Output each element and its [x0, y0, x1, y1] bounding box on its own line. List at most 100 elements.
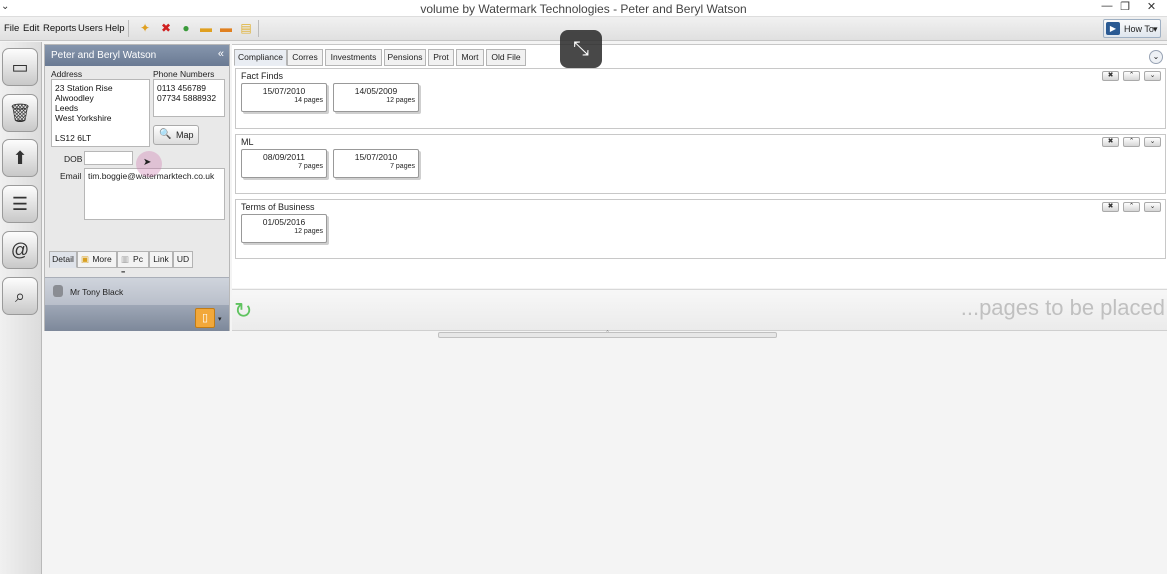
people-icon[interactable]: ●	[179, 21, 193, 35]
move-up-icon[interactable]: ⌃	[1123, 202, 1140, 212]
pages-to-be-placed-label: ...pages to be placed	[960, 295, 1165, 320]
document-pages: 12 pages	[294, 228, 323, 235]
toolbar-separator	[128, 20, 129, 37]
group-fact-finds: Fact Finds ✖ ⌃ ⌄ 15/07/2010 14 pages 14/…	[235, 68, 1166, 129]
close-group-icon[interactable]: ✖	[1102, 202, 1119, 212]
chevron-down-icon: ▾	[1153, 24, 1158, 34]
tab-corres[interactable]: Corres	[287, 49, 323, 66]
search-icon[interactable]: ⌕	[2, 277, 38, 315]
client-header: Peter and Beryl Watson «	[45, 45, 229, 66]
splitter-handle[interactable]: ˆ	[438, 331, 777, 338]
menu-users[interactable]: Users	[78, 23, 103, 34]
minimize-button[interactable]: —	[1098, 0, 1116, 17]
email-field[interactable]: tim.boggie@watermarktech.co.uk	[84, 168, 225, 220]
document-pages: 7 pages	[298, 163, 323, 170]
client-panel: Peter and Beryl Watson « Address Phone N…	[44, 44, 230, 331]
client-icon[interactable]: ▭	[2, 48, 38, 86]
client-name: Peter and Beryl Watson	[51, 50, 157, 61]
phone-label: Phone Numbers	[153, 69, 215, 79]
menu-file[interactable]: File	[4, 23, 19, 34]
tab-pensions[interactable]: Pensions	[384, 49, 426, 66]
exit-fullscreen-icon[interactable]: ⤡	[560, 30, 602, 68]
new-client-icon[interactable]: ✦	[138, 21, 152, 35]
mouse-cursor-icon: ➤	[143, 157, 152, 168]
address-line	[55, 123, 146, 133]
move-up-icon[interactable]: ⌃	[1123, 71, 1140, 81]
tab-link[interactable]: Link	[149, 251, 173, 268]
menu-help[interactable]: Help	[105, 23, 125, 34]
how-to-label: How To	[1124, 24, 1154, 34]
tab-compliance[interactable]: Compliance	[234, 49, 287, 66]
tab-detail[interactable]: Detail	[49, 251, 77, 268]
left-navigation-strip: ▭ 🗑 ⬆ ☰ @ ⌕	[0, 42, 42, 574]
dob-field[interactable]	[84, 151, 133, 165]
address-line: 23 Station Rise	[55, 83, 113, 93]
move-down-icon[interactable]: ⌄	[1144, 137, 1161, 147]
notes-icon[interactable]: ▤	[239, 21, 253, 35]
document-thumbnail[interactable]: 01/05/2016 12 pages	[241, 214, 327, 243]
address-line: Alwoodley	[55, 93, 94, 103]
group-terms-of-business: Terms of Business ✖ ⌃ ⌄ 01/05/2016 12 pa…	[235, 199, 1166, 259]
folder-remove-icon[interactable]: ▬	[219, 21, 233, 35]
address-line: Leeds	[55, 103, 79, 113]
document-date: 01/05/2016	[262, 217, 306, 227]
document-pages: 12 pages	[386, 97, 415, 104]
document-thumbnail[interactable]: 15/07/2010 7 pages	[333, 149, 419, 178]
address-box[interactable]: 23 Station Rise Alwoodley Leeds West Yor…	[51, 79, 150, 147]
phone-number: 07734 5888932	[157, 93, 217, 103]
tab-ud[interactable]: UD	[173, 251, 193, 268]
address-line: West Yorkshire	[55, 113, 112, 123]
tab-old-file[interactable]: Old File	[486, 49, 526, 66]
list-icon[interactable]: ☰	[2, 185, 38, 223]
tab-investments[interactable]: Investments	[325, 49, 382, 66]
folder-icon[interactable]: ▬	[199, 21, 213, 35]
document-thumbnail[interactable]: 15/07/2010 14 pages	[241, 83, 327, 112]
document-date: 14/05/2009	[354, 86, 398, 96]
chart-icon: ▥	[121, 254, 130, 264]
new-document-icon[interactable]: ▯	[195, 308, 215, 328]
tab-prot[interactable]: Prot	[428, 49, 454, 66]
document-thumbnail[interactable]: 08/09/2011 7 pages	[241, 149, 327, 178]
address-postcode: LS12 6LT	[55, 133, 92, 143]
email-icon[interactable]: @	[2, 231, 38, 269]
associated-contacts: Mr Tony Black	[45, 277, 229, 305]
collapse-all-icon[interactable]: ⌄	[1149, 50, 1163, 64]
tab-more[interactable]: ▣ More	[77, 251, 117, 268]
restore-button[interactable]: ❐	[1116, 0, 1134, 17]
tab-pc[interactable]: ▥ Pc	[117, 251, 149, 268]
menu-reports[interactable]: Reports	[43, 23, 76, 34]
collapse-icon[interactable]: «	[218, 48, 224, 60]
menu-edit[interactable]: Edit	[23, 23, 39, 34]
associate-name[interactable]: Mr Tony Black	[70, 287, 123, 297]
group-title: Fact Finds	[241, 71, 284, 81]
how-to-button[interactable]: ▶ How To ▾	[1103, 19, 1161, 38]
document-date: 15/07/2010	[262, 86, 306, 96]
note-icon: ▣	[81, 254, 90, 264]
tab-mort[interactable]: Mort	[456, 49, 484, 66]
close-group-icon[interactable]: ✖	[1102, 137, 1119, 147]
move-down-icon[interactable]: ⌄	[1144, 202, 1161, 212]
play-icon: ▶	[1106, 22, 1120, 35]
magnifier-icon: 🔍	[159, 129, 172, 140]
empty-workspace	[43, 340, 1167, 574]
delete-icon[interactable]: ✖	[159, 21, 173, 35]
document-date: 08/09/2011	[263, 152, 305, 162]
pages-to-be-placed-bar: ↻ ...pages to be placed	[232, 289, 1167, 331]
window-title: volume by Watermark Technologies - Peter…	[420, 2, 747, 16]
upload-arrow-icon[interactable]: ⬆	[2, 139, 38, 177]
move-down-icon[interactable]: ⌄	[1144, 71, 1161, 81]
phone-box[interactable]: 0113 456789 07734 5888932	[153, 79, 225, 117]
refresh-icon[interactable]: ↻	[234, 298, 252, 324]
move-up-icon[interactable]: ⌃	[1123, 137, 1140, 147]
email-label: Email	[60, 171, 82, 181]
group-title: Terms of Business	[241, 202, 315, 212]
person-icon	[53, 285, 63, 297]
chevron-down-icon[interactable]: ▾	[218, 315, 222, 323]
title-bar: ⌄ volume by Watermark Technologies - Pet…	[0, 0, 1167, 17]
dob-label: DOB	[64, 154, 83, 164]
map-button[interactable]: 🔍 Map	[153, 125, 199, 145]
close-button[interactable]: ✕	[1136, 0, 1167, 17]
document-thumbnail[interactable]: 14/05/2009 12 pages	[333, 83, 419, 112]
bin-icon[interactable]: 🗑	[2, 94, 38, 132]
close-group-icon[interactable]: ✖	[1102, 71, 1119, 81]
